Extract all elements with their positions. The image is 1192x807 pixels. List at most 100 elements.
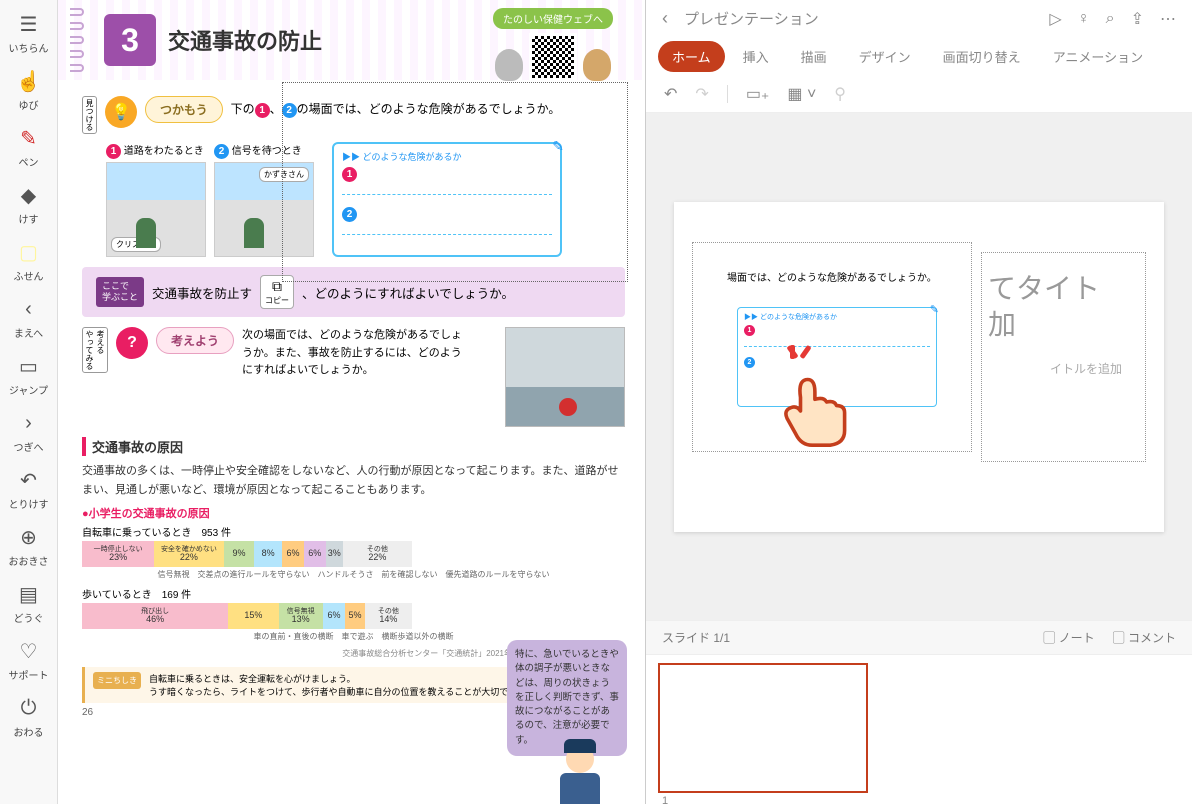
kokode-text-post: 、どのようにすればよいでしょうか。 xyxy=(302,283,514,302)
redo-icon[interactable]: ↷ xyxy=(695,84,708,104)
kangaeyou-section: 考える やってみる ? 考えよう 次の場面では、どのような危険があるでしょうか。… xyxy=(82,327,625,427)
mini-prompt: 場面では、どのような危険があるでしょうか。 xyxy=(693,243,971,288)
scene1-caption: 1 道路をわたるとき xyxy=(106,142,206,159)
tool-サポート[interactable]: ♡サポート xyxy=(0,631,57,688)
cause-body: 交通事故の多くは、一時停止や安全確認をしないなど、人の行動が原因となって起こりま… xyxy=(82,462,625,499)
bar-chart-title: 自転車に乗っているとき 953 件 xyxy=(82,524,625,539)
note-box[interactable]: ✎ ▶▶ どのような危険があるか 1 2 xyxy=(332,142,562,257)
tool-とりけす[interactable]: ↶とりけす xyxy=(0,460,57,517)
tool-けす[interactable]: ◆けす xyxy=(0,175,57,232)
kokode-text-pre: 交通事故を防止す xyxy=(152,283,252,302)
kokode-tag: ここで 学ぶこと xyxy=(96,277,144,307)
pencil-icon: ✎ xyxy=(930,303,939,316)
chapter-header: 3 交通事故の防止 たのしい保健ウェブへ xyxy=(70,8,633,72)
tab-デザイン[interactable]: デザイン xyxy=(845,41,925,72)
back-icon[interactable]: ‹ xyxy=(662,8,668,29)
notes-button[interactable]: ▢ ノート xyxy=(1043,629,1094,646)
tool-まえへ[interactable]: ‹まえへ xyxy=(0,289,57,346)
side-tag-2: 考える やってみる xyxy=(82,327,108,373)
tsukamou-prompt: 下の1、2の場面では、どのような危険があるでしょうか。 xyxy=(231,96,561,118)
tool-ふせん[interactable]: ▢ふせん xyxy=(0,232,57,289)
name-tag-2: かずきさん xyxy=(259,167,309,182)
play-icon[interactable]: ▷ xyxy=(1049,9,1061,29)
tab-挿入[interactable]: 挿入 xyxy=(729,41,783,72)
tap-hand-icon xyxy=(769,357,859,447)
tsukamou-section: 見つける 💡 つかもう 下の1、2の場面では、どのような危険があるでしょうか。 xyxy=(82,96,625,134)
slide-canvas[interactable]: 場面では、どのような危険があるでしょうか。 ✎ ▶▶ どのような危険があるか 1… xyxy=(646,113,1192,620)
mascot-dog-icon xyxy=(583,49,611,81)
road-scene-image[interactable] xyxy=(505,327,625,427)
scene2-caption: 2 信号を待つとき xyxy=(214,142,314,159)
subtitle-placeholder[interactable]: イトルを追加 xyxy=(1050,360,1122,377)
thumb-number: 1 xyxy=(662,795,668,807)
mini-tag: ミニちしき xyxy=(93,672,141,689)
kokode-bar: ここで 学ぶこと 交通事故を防止す ⧉ コピー 、どのようにすればよいでしょうか… xyxy=(82,267,625,317)
ribbon-toolbar: ↶ ↷ ▭₊ ▦ ˅ ⚲ xyxy=(646,76,1192,113)
search-icon[interactable]: ⌕ xyxy=(1106,10,1115,28)
chart-subheading: ●小学生の交通事故の原因 xyxy=(82,505,625,521)
left-toolbar: ☰いちらん☝ゆび✎ペン◆けす▢ふせん‹まえへ▭ジャンプ›つぎへ↶とりけす⊕おおき… xyxy=(0,0,58,804)
scene2-image[interactable]: かずきさん xyxy=(214,162,314,257)
tool-ゆび[interactable]: ☝ゆび xyxy=(0,61,57,118)
format-painter-icon[interactable]: ⚲ xyxy=(834,84,846,104)
chapter-number: 3 xyxy=(104,14,156,66)
tool-おわる[interactable]: ⏻おわる xyxy=(0,688,57,745)
doc-title: プレゼンテーション xyxy=(684,8,1033,29)
footer-line1: 自転車に乗るときは、安全運転を心がけましょう。 xyxy=(149,672,525,685)
copy-button[interactable]: ⧉ コピー xyxy=(260,275,294,309)
tab-アニメーション[interactable]: アニメーション xyxy=(1039,41,1157,72)
slide-counter: スライド 1/1 xyxy=(662,629,730,646)
charts-area: 自転車に乗っているとき 953 件一時停止しない23%安全を確かめない22%9%… xyxy=(82,524,625,642)
more-icon[interactable]: ⋯ xyxy=(1160,9,1176,29)
tool-ジャンプ[interactable]: ▭ジャンプ xyxy=(0,346,57,403)
tool-いちらん[interactable]: ☰いちらん xyxy=(0,4,57,61)
ribbon-tabs: ホーム挿入描画デザイン画面切り替えアニメーション xyxy=(646,37,1192,76)
ppt-titlebar: ‹ プレゼンテーション ▷ ♀ ⌕ ⇪ ⋯ xyxy=(646,0,1192,37)
share-icon[interactable]: ⇪ xyxy=(1131,9,1144,29)
footer-line2: うす暗くなったら、ライトをつけて、歩行者や自動車に自分の位置を教えることが大切で… xyxy=(149,685,525,698)
status-bar: スライド 1/1 ▢ ノート ▢ コメント xyxy=(646,620,1192,654)
tool-つぎへ[interactable]: ›つぎへ xyxy=(0,403,57,460)
chart-annotations: 信号無視 交差点の進行ルールを守らない ハンドルそうさ 前を確認しない 優先道路… xyxy=(82,569,625,580)
powerpoint-panel: ‹ プレゼンテーション ▷ ♀ ⌕ ⇪ ⋯ ホーム挿入描画デザイン画面切り替えア… xyxy=(646,0,1192,804)
tool-おおきさ[interactable]: ⊕おおきさ xyxy=(0,517,57,574)
pencil-icon: ✎ xyxy=(552,138,564,155)
qr-code[interactable] xyxy=(529,33,577,81)
textbook-panel: 3 交通事故の防止 たのしい保健ウェブへ 見つける 💡 つかもう 下の1、2の場… xyxy=(58,0,646,804)
copy-icon: ⧉ xyxy=(272,278,282,295)
mascot-cat-icon xyxy=(495,49,523,81)
tab-ホーム[interactable]: ホーム xyxy=(658,41,725,72)
kangaeyou-label: 考えよう xyxy=(156,327,234,354)
bar-chart: 一時停止しない23%安全を確かめない22%9%8%6%6%3%その他22% xyxy=(82,541,412,567)
layout-icon[interactable]: ▦ ˅ xyxy=(787,84,816,104)
thumbnail-strip[interactable]: 1 xyxy=(646,654,1192,804)
question-icon: ? xyxy=(116,327,148,359)
tsukamou-label: つかもう xyxy=(145,96,223,123)
new-slide-icon[interactable]: ▭₊ xyxy=(746,84,770,104)
tab-画面切り替え[interactable]: 画面切り替え xyxy=(929,41,1035,72)
undo-icon[interactable]: ↶ xyxy=(664,84,677,104)
title-placeholder[interactable]: てタイト 加 xyxy=(988,272,1138,345)
bulb-icon: 💡 xyxy=(105,96,137,128)
note-box-title: ▶▶ どのような危険があるか xyxy=(342,150,552,163)
qr-badge[interactable]: たのしい保健ウェブへ xyxy=(493,8,613,29)
slide-thumbnail[interactable]: 1 xyxy=(658,663,868,793)
name-tag-1: クリスさん xyxy=(111,237,161,252)
slide[interactable]: 場面では、どのような危険があるでしょうか。 ✎ ▶▶ どのような危険があるか 1… xyxy=(674,202,1164,532)
tool-どうぐ[interactable]: ▤どうぐ xyxy=(0,574,57,631)
cause-heading: 交通事故の原因 xyxy=(82,437,625,456)
side-tag: 見つける xyxy=(82,96,97,134)
bar-chart-title: 歩いているとき 169 件 xyxy=(82,586,625,601)
tool-ペン[interactable]: ✎ペン xyxy=(0,118,57,175)
police-officer-icon: 警察官 xyxy=(550,745,610,804)
scene1-image[interactable]: クリスさん xyxy=(106,162,206,257)
spiral-binding xyxy=(70,8,88,72)
bar-chart: 飛び出し46%15%信号無視13%6%5%その他14% xyxy=(82,603,412,629)
chart-source: 交通事故総合分析センター「交通統計」2021年 xyxy=(82,648,512,659)
mini-note-title: ▶▶ どのような危険があるか xyxy=(744,312,930,322)
comments-button[interactable]: ▢ コメント xyxy=(1113,629,1176,646)
kangaeyou-text: 次の場面では、どのような危険があるでしょうか。また、事故を防止するには、どのよう… xyxy=(242,327,462,380)
bulb-icon[interactable]: ♀ xyxy=(1078,10,1090,28)
tab-描画[interactable]: 描画 xyxy=(787,41,841,72)
chapter-title: 交通事故の防止 xyxy=(168,24,322,56)
